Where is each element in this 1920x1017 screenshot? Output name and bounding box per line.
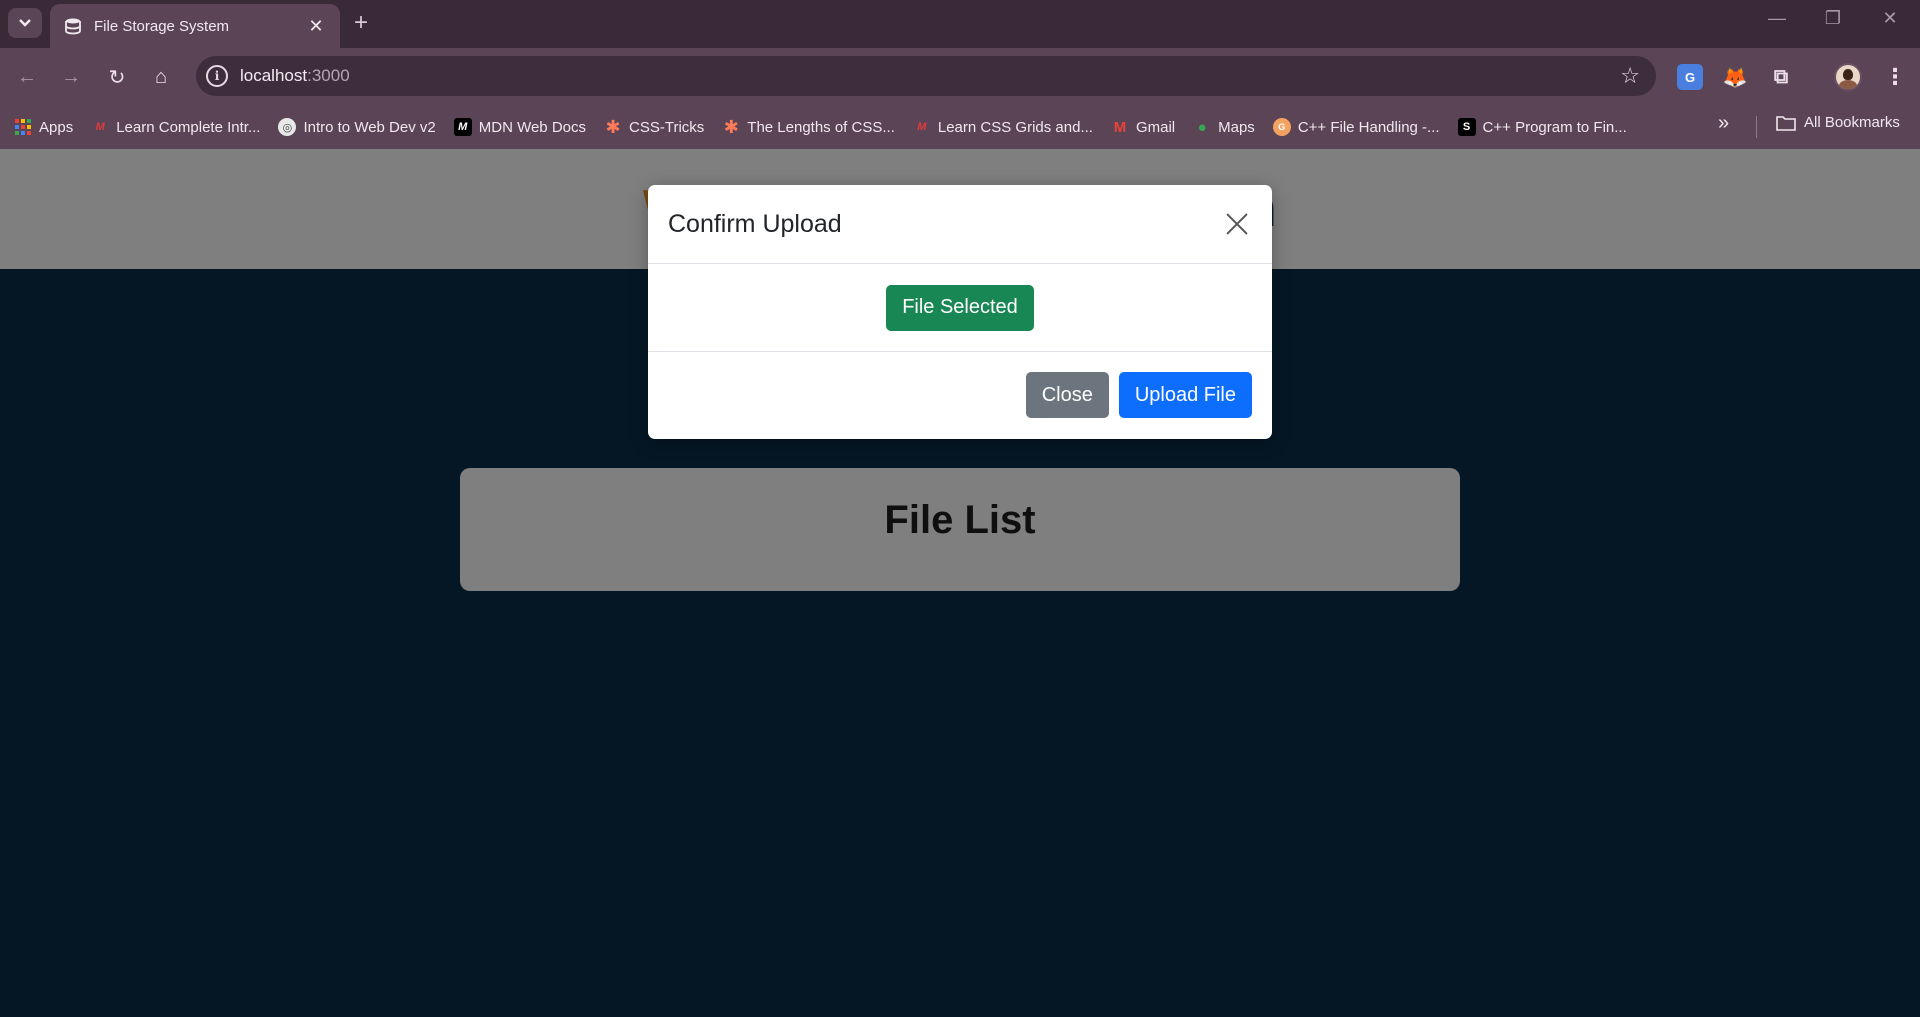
globe-icon: ◎ [278, 118, 297, 136]
folder-icon [1776, 115, 1796, 131]
browser-toolbar: ← → ↻ ⌂ i localhost:3000 ☆ [0, 48, 1920, 105]
masterclass-icon: M [917, 121, 927, 133]
bookmark-label: MDN Web Docs [478, 118, 586, 136]
close-icon[interactable] [1222, 209, 1252, 239]
bookmark-css-grids[interactable]: M Learn CSS Grids and... [913, 118, 1093, 136]
restore-icon[interactable]: ❐ [1813, 8, 1853, 29]
file-selected-button[interactable]: File Selected [886, 284, 1034, 331]
bookmark-label: Intro to Web Dev v2 [303, 118, 436, 136]
modal-body: File Selected [648, 264, 1272, 352]
bookmark-label: C++ Program to Fin... [1482, 118, 1627, 136]
confirm-upload-modal: Confirm Upload File Selected Close Uploa… [648, 185, 1272, 439]
url-text[interactable]: localhost:3000 [240, 66, 350, 86]
bookmark-gmail[interactable]: M Gmail [1111, 118, 1175, 136]
bookmark-label: CSS-Tricks [629, 118, 705, 136]
bookmark-intro-web-dev[interactable]: ◎ Intro to Web Dev v2 [278, 118, 436, 136]
bookmark-label: Learn CSS Grids and... [937, 118, 1093, 136]
mdn-icon: M [453, 118, 472, 136]
scaler-icon: S [1457, 118, 1476, 136]
css-tricks-icon: ✱ [605, 116, 621, 137]
apps-grid-icon [14, 118, 32, 136]
bookmark-label: The Lengths of CSS... [747, 118, 895, 136]
bookmark-mdn[interactable]: M MDN Web Docs [453, 118, 586, 136]
home-icon[interactable]: ⌂ [146, 62, 176, 92]
bookmark-label: Apps [39, 118, 74, 136]
bookmark-label: Learn Complete Intr... [116, 118, 261, 136]
new-tab-button[interactable]: + [354, 10, 368, 36]
modal-header: Confirm Upload [648, 185, 1272, 264]
bookmark-apps[interactable]: Apps [14, 118, 73, 136]
profile-avatar[interactable] [1834, 63, 1862, 91]
all-bookmarks-label: All Bookmarks [1804, 114, 1900, 131]
modal-title: Confirm Upload [668, 209, 842, 238]
bookmark-label: Gmail [1135, 118, 1176, 136]
close-button[interactable]: Close [1025, 372, 1109, 418]
upload-file-button[interactable]: Upload File [1118, 372, 1252, 418]
gfg-icon: G [1272, 118, 1291, 136]
bookmark-label: C++ File Handling -... [1297, 118, 1440, 136]
bookmark-learn-complete[interactable]: M Learn Complete Intr... [91, 118, 261, 136]
tab-title: File Storage System [94, 17, 230, 35]
address-bar[interactable]: i localhost:3000 ☆ [196, 56, 1656, 96]
minimize-icon[interactable]: — [1757, 8, 1797, 29]
browser-tabstrip: File Storage System ✕ + — ❐ ✕ [0, 0, 1920, 48]
bookmark-star-icon[interactable]: ☆ [1620, 63, 1640, 89]
site-info-icon[interactable]: i [206, 65, 228, 87]
css-tricks-icon: ✱ [723, 116, 739, 137]
metamask-fox-icon[interactable]: 🦊 [1722, 64, 1748, 90]
url-host: localhost [240, 66, 308, 85]
all-bookmarks-button[interactable]: All Bookmarks [1776, 114, 1900, 131]
bookmark-lengths-of-css[interactable]: ✱ The Lengths of CSS... [722, 116, 895, 137]
bookmark-label: Maps [1218, 118, 1255, 136]
bookmark-maps[interactable]: ● Maps [1193, 118, 1255, 136]
tab-close-icon[interactable]: ✕ [306, 16, 326, 37]
chevron-down-icon [19, 19, 31, 27]
masterclass-icon: M [95, 121, 105, 133]
bookmark-cpp-file-handling[interactable]: G C++ File Handling -... [1272, 118, 1440, 136]
bookmark-css-tricks[interactable]: ✱ CSS-Tricks [604, 116, 705, 137]
bookmarks-overflow-icon[interactable]: » [1718, 112, 1729, 135]
modal-footer: Close Upload File [648, 352, 1272, 438]
browser-menu-icon[interactable]: ⋮ [1884, 64, 1906, 90]
bookmark-cpp-program[interactable]: S C++ Program to Fin... [1457, 118, 1627, 136]
active-tab[interactable]: File Storage System ✕ [50, 4, 340, 48]
bookmarks-divider [1756, 116, 1757, 138]
reload-icon[interactable]: ↻ [102, 62, 132, 92]
bookmarks-bar: Apps M Learn Complete Intr... ◎ Intro to… [0, 105, 1920, 149]
extensions-puzzle-icon[interactable]: ⧉ [1768, 64, 1794, 90]
maps-icon: ● [1197, 118, 1207, 136]
database-icon [65, 18, 81, 35]
gmail-icon: M [1113, 118, 1127, 136]
url-port: :3000 [307, 66, 350, 85]
forward-arrow-icon[interactable]: → [56, 62, 86, 92]
tab-search-button[interactable] [8, 8, 42, 38]
back-arrow-icon[interactable]: ← [12, 62, 42, 92]
window-close-icon[interactable]: ✕ [1870, 8, 1910, 29]
google-translate-icon[interactable]: G [1677, 64, 1703, 90]
